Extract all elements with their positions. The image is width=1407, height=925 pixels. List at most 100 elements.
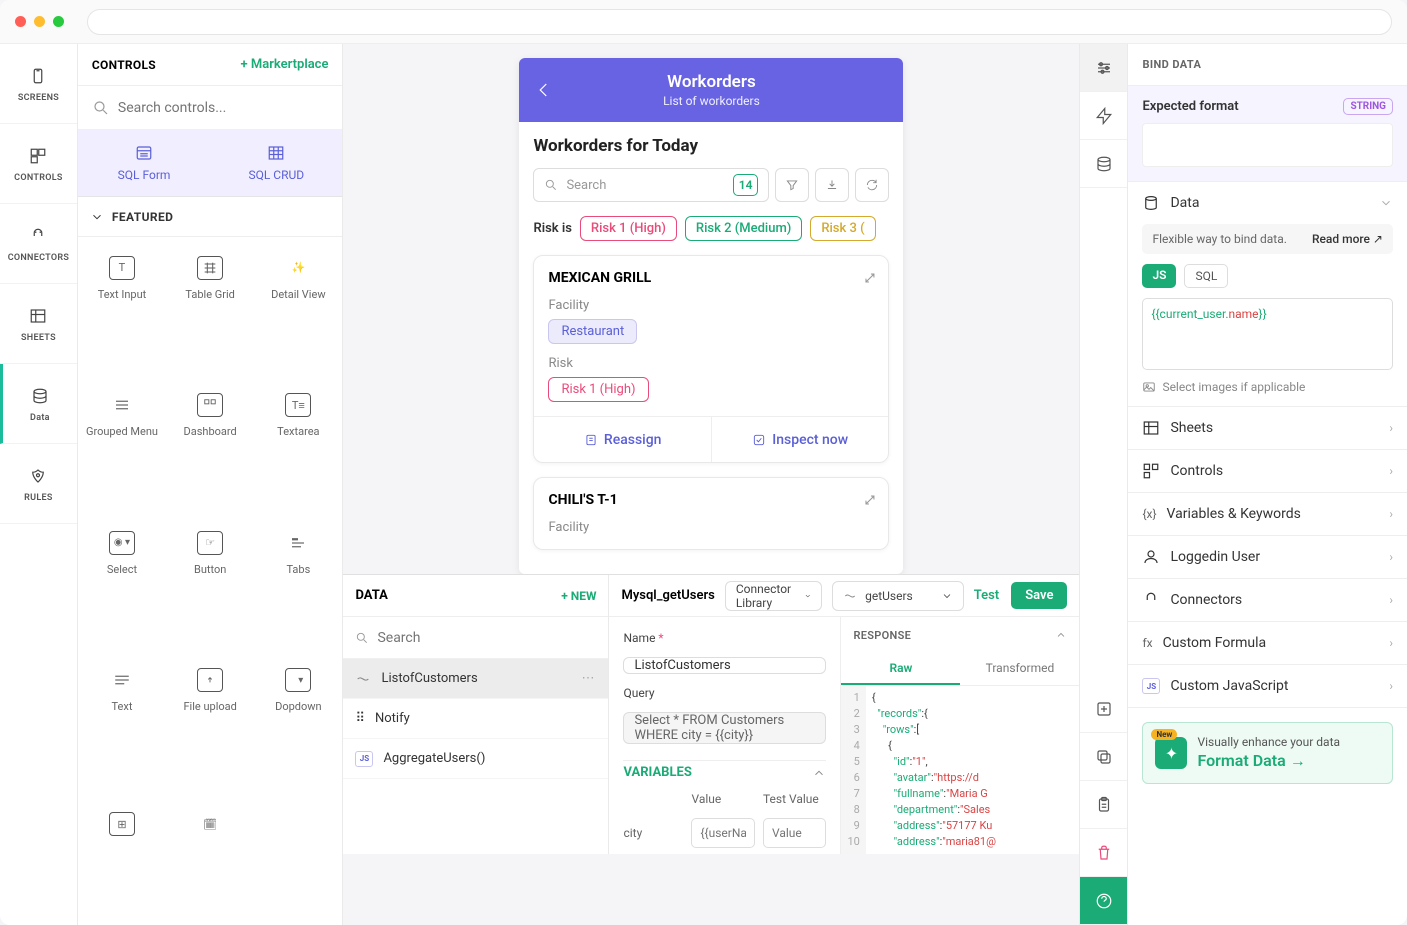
facility-pill: Restaurant bbox=[548, 319, 637, 344]
rail-sheets[interactable]: SHEETS bbox=[0, 284, 77, 364]
bind-title: BIND DATA bbox=[1128, 44, 1407, 86]
rr-database[interactable] bbox=[1080, 140, 1128, 188]
collapse-icon[interactable] bbox=[1055, 629, 1067, 641]
save-button[interactable]: Save bbox=[1011, 582, 1067, 609]
data-item-aggregate[interactable]: JS AggregateUsers() bbox=[343, 739, 608, 779]
url-bar[interactable] bbox=[87, 9, 1392, 35]
rail-controls[interactable]: CONTROLS bbox=[0, 124, 77, 204]
download-button[interactable] bbox=[815, 168, 849, 202]
read-more-link[interactable]: Read more ↗ bbox=[1312, 232, 1383, 246]
more-icon[interactable]: ⋯ bbox=[581, 671, 596, 686]
max-dot[interactable] bbox=[53, 16, 64, 27]
chevron-down-icon bbox=[1379, 196, 1393, 210]
ctrl-textarea[interactable]: T≡Textarea bbox=[254, 375, 342, 457]
controls-search-input[interactable] bbox=[118, 100, 329, 116]
ctrl-text[interactable]: Text bbox=[78, 650, 166, 732]
format-data-icon: ✦New bbox=[1155, 737, 1187, 769]
rr-copy[interactable] bbox=[1080, 733, 1128, 781]
titlebar bbox=[0, 0, 1407, 44]
sec-custom-formula[interactable]: fxCustom Formula› bbox=[1128, 622, 1407, 664]
format-data-link[interactable]: Format Data → bbox=[1197, 751, 1340, 771]
sql-crud-tile[interactable]: SQL CRUD bbox=[210, 130, 342, 196]
rr-paste[interactable] bbox=[1080, 781, 1128, 829]
expand-icon[interactable]: ⤢ bbox=[865, 271, 875, 286]
connector-select[interactable]: Connector Library bbox=[725, 581, 822, 611]
test-button[interactable]: Test bbox=[974, 588, 999, 603]
rr-delete[interactable] bbox=[1080, 829, 1128, 877]
data-item-notify[interactable]: ⠿ Notify bbox=[343, 699, 608, 739]
phone-subtitle: List of workorders bbox=[533, 94, 889, 108]
phone-preview: Workorders List of workorders Workorders… bbox=[519, 58, 903, 574]
risk-chip-2[interactable]: Risk 2 (Medium) bbox=[685, 216, 802, 241]
sec-data-head[interactable]: Data bbox=[1128, 182, 1407, 224]
ctrl-detail-view[interactable]: ✨Detail View bbox=[254, 237, 342, 319]
ctrl-extra-1[interactable]: ⊞ bbox=[78, 787, 166, 869]
ctrl-file-upload[interactable]: File upload bbox=[166, 650, 254, 732]
refresh-button[interactable] bbox=[855, 168, 889, 202]
risk-pill: Risk 1 (High) bbox=[548, 377, 648, 402]
rail-screens-label: SCREENS bbox=[18, 93, 59, 103]
sql-form-tile[interactable]: SQL Form bbox=[78, 130, 210, 196]
expression-input[interactable]: {{current_user.name}} bbox=[1142, 298, 1393, 370]
ctrl-tabs[interactable]: Tabs bbox=[254, 512, 342, 594]
ctrl-dropdown[interactable]: ▾Dopdown bbox=[254, 650, 342, 732]
rr-add[interactable] bbox=[1080, 685, 1128, 733]
ctrl-select[interactable]: ◉ ▾Select bbox=[78, 512, 166, 594]
rr-help[interactable] bbox=[1080, 877, 1128, 925]
query-input[interactable]: Select * FROM Customers WHERE city = {{c… bbox=[623, 712, 826, 744]
rail-data[interactable]: Data bbox=[0, 364, 77, 444]
var-test-input[interactable] bbox=[763, 818, 827, 848]
data-item-listofcustomers[interactable]: ListofCustomers ⋯ bbox=[343, 659, 608, 699]
ctrl-extra-2[interactable]: 🗓 bbox=[166, 787, 254, 869]
ctrl-table-grid[interactable]: Table Grid bbox=[166, 237, 254, 319]
ctrl-button[interactable]: ☞Button bbox=[166, 512, 254, 594]
phone-search[interactable]: Search 14 bbox=[533, 168, 769, 202]
rr-lightning[interactable] bbox=[1080, 92, 1128, 140]
rail-connectors[interactable]: CONNECTORS bbox=[0, 204, 77, 284]
rail-screens[interactable]: SCREENS bbox=[0, 44, 77, 124]
var-value-input[interactable] bbox=[691, 818, 755, 848]
new-data-button[interactable]: + NEW bbox=[561, 589, 596, 603]
js-tab[interactable]: JS bbox=[1142, 264, 1176, 288]
risk-chip-3[interactable]: Risk 3 ( bbox=[810, 216, 875, 241]
action-select[interactable]: getUsers bbox=[832, 581, 964, 611]
marketplace-link[interactable]: + Markertplace bbox=[241, 57, 329, 72]
reassign-button[interactable]: Reassign bbox=[534, 417, 712, 462]
tab-raw[interactable]: Raw bbox=[841, 653, 960, 685]
featured-header[interactable]: FEATURED bbox=[78, 197, 343, 237]
slack-icon: ⠿ bbox=[355, 711, 365, 726]
sec-sheets[interactable]: Sheets› bbox=[1128, 407, 1407, 449]
chevron-right-icon: › bbox=[1389, 507, 1393, 521]
format-data-card[interactable]: ✦New Visually enhance your data Format D… bbox=[1142, 722, 1393, 784]
inspect-button[interactable]: Inspect now bbox=[712, 417, 889, 462]
sql-tab[interactable]: SQL bbox=[1184, 264, 1228, 288]
expand-icon[interactable]: ⤢ bbox=[865, 493, 875, 508]
sec-connectors[interactable]: Connectors› bbox=[1128, 579, 1407, 621]
select-images-hint[interactable]: Select images if applicable bbox=[1128, 380, 1407, 406]
sec-custom-js[interactable]: JSCustom JavaScript› bbox=[1128, 665, 1407, 707]
close-dot[interactable] bbox=[15, 16, 26, 27]
tab-transformed[interactable]: Transformed bbox=[960, 653, 1079, 685]
js-icon: JS bbox=[355, 751, 373, 767]
count-badge: 14 bbox=[733, 174, 759, 196]
sec-controls[interactable]: Controls› bbox=[1128, 450, 1407, 492]
collapse-icon[interactable] bbox=[812, 766, 826, 780]
chevron-right-icon: › bbox=[1389, 593, 1393, 607]
sec-variables[interactable]: {x}Variables & Keywords› bbox=[1128, 493, 1407, 535]
chevron-right-icon: › bbox=[1389, 636, 1393, 650]
string-tag: STRING bbox=[1343, 98, 1393, 115]
name-input[interactable] bbox=[623, 657, 826, 674]
sec-loggedin-user[interactable]: Loggedin User› bbox=[1128, 536, 1407, 578]
data-search-input[interactable] bbox=[377, 630, 596, 646]
ctrl-grouped-menu[interactable]: Grouped Menu bbox=[78, 375, 166, 457]
ctrl-text-input[interactable]: TText Input bbox=[78, 237, 166, 319]
filter-button[interactable] bbox=[775, 168, 809, 202]
risk-chip-1[interactable]: Risk 1 (High) bbox=[580, 216, 677, 241]
min-dot[interactable] bbox=[34, 16, 45, 27]
sql-form-label: SQL Form bbox=[118, 168, 171, 182]
rr-sliders[interactable] bbox=[1080, 44, 1128, 92]
rail-rules-label: RULES bbox=[24, 493, 53, 503]
ctrl-dashboard[interactable]: Dashboard bbox=[166, 375, 254, 457]
chevron-right-icon: › bbox=[1389, 421, 1393, 435]
rail-rules[interactable]: RULES bbox=[0, 444, 77, 524]
